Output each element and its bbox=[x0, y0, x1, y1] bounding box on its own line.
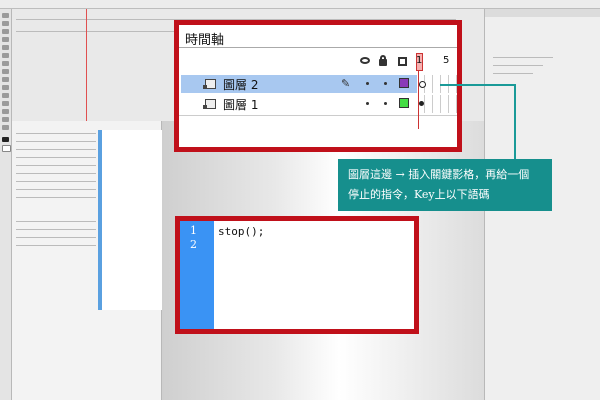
timeline-callout: 時間軸 1 5 圖層 2 ✎ 圖層 1 bbox=[174, 20, 462, 152]
line-number: 1 bbox=[190, 224, 197, 237]
line-number-gutter: 1 2 bbox=[180, 221, 214, 329]
eyedropper-tool-icon[interactable] bbox=[2, 101, 9, 106]
layer-row-2[interactable]: 圖層 2 ✎ bbox=[181, 75, 457, 93]
row-divider bbox=[179, 115, 457, 116]
panel-list-line bbox=[16, 181, 96, 182]
frame-number-5: 5 bbox=[443, 55, 450, 66]
pencil-tool-icon[interactable] bbox=[2, 77, 9, 82]
panel-list-line bbox=[16, 149, 96, 150]
transform-tool-icon[interactable] bbox=[2, 29, 9, 34]
library-line bbox=[493, 65, 543, 66]
empty-keyframe-icon[interactable] bbox=[419, 81, 426, 88]
hand-tool-icon[interactable] bbox=[2, 117, 9, 122]
layer-icon bbox=[203, 99, 216, 109]
playhead[interactable] bbox=[418, 71, 419, 129]
layer-name: 圖層 2 bbox=[223, 78, 259, 92]
toolbox bbox=[0, 9, 12, 400]
eraser-tool-icon[interactable] bbox=[2, 109, 9, 114]
visibility-dot[interactable] bbox=[366, 82, 369, 85]
line-number: 2 bbox=[190, 238, 197, 251]
actions-callout: 1 2 stop(); bbox=[175, 216, 419, 334]
zoom-tool-icon[interactable] bbox=[2, 125, 9, 130]
text-tool-icon[interactable] bbox=[2, 53, 9, 58]
panel-list-line bbox=[16, 189, 96, 190]
layer-color-box[interactable] bbox=[399, 98, 409, 108]
connector-line bbox=[514, 84, 516, 162]
lock-dot[interactable] bbox=[384, 102, 387, 105]
lasso-tool-icon[interactable] bbox=[2, 37, 9, 42]
lock-dot[interactable] bbox=[384, 82, 387, 85]
panel-list-line bbox=[16, 173, 96, 174]
eye-icon[interactable] bbox=[360, 57, 370, 64]
code-editor-line[interactable]: stop(); bbox=[218, 225, 264, 238]
annotation-box: 圖層這邊 → 插入關鍵影格，再給一個 停止的指令，Key上以下語碼 bbox=[338, 159, 552, 211]
panel-list-line bbox=[16, 229, 96, 230]
panel-list-line bbox=[16, 245, 96, 246]
keyframe-icon[interactable] bbox=[419, 101, 424, 106]
panel-list-line bbox=[16, 133, 96, 134]
rectangle-tool-icon[interactable] bbox=[2, 69, 9, 74]
visibility-dot[interactable] bbox=[366, 102, 369, 105]
layer-name: 圖層 1 bbox=[223, 98, 259, 112]
annotation-line-2: 停止的指令，Key上以下語碼 bbox=[348, 188, 490, 201]
annotation-line-1: 圖層這邊 → 插入關鍵影格，再給一個 bbox=[348, 168, 530, 181]
stroke-color-icon[interactable] bbox=[2, 137, 9, 142]
layer-icon bbox=[203, 79, 216, 89]
layer-color-box[interactable] bbox=[399, 78, 409, 88]
frame-number-1: 1 bbox=[416, 55, 423, 66]
pencil-icon: ✎ bbox=[341, 77, 351, 90]
panel-list-line bbox=[16, 165, 96, 166]
lock-icon[interactable] bbox=[379, 59, 387, 66]
line-tool-icon[interactable] bbox=[2, 61, 9, 66]
library-line bbox=[493, 73, 533, 74]
script-pane-background bbox=[98, 130, 162, 310]
pen-tool-icon[interactable] bbox=[2, 45, 9, 50]
timeline-title: 時間軸 bbox=[185, 33, 225, 48]
background-playhead bbox=[86, 9, 87, 121]
connector-line bbox=[440, 84, 516, 86]
panel-list-line bbox=[16, 221, 96, 222]
panel-list-line bbox=[16, 237, 96, 238]
brush-tool-icon[interactable] bbox=[2, 85, 9, 90]
properties-panel-header bbox=[485, 9, 600, 17]
fill-color-icon[interactable] bbox=[2, 145, 11, 152]
timeline-tab-divider bbox=[179, 47, 457, 48]
panel-list-line bbox=[16, 157, 96, 158]
panel-list-line bbox=[16, 197, 96, 198]
subselection-tool-icon[interactable] bbox=[2, 21, 9, 26]
library-line bbox=[493, 57, 553, 58]
menu-bar bbox=[0, 0, 600, 9]
outline-icon[interactable] bbox=[398, 57, 407, 66]
selection-tool-icon[interactable] bbox=[2, 13, 9, 18]
panel-list-line bbox=[16, 141, 96, 142]
bucket-tool-icon[interactable] bbox=[2, 93, 9, 98]
layer-row-1[interactable]: 圖層 1 bbox=[181, 95, 457, 113]
